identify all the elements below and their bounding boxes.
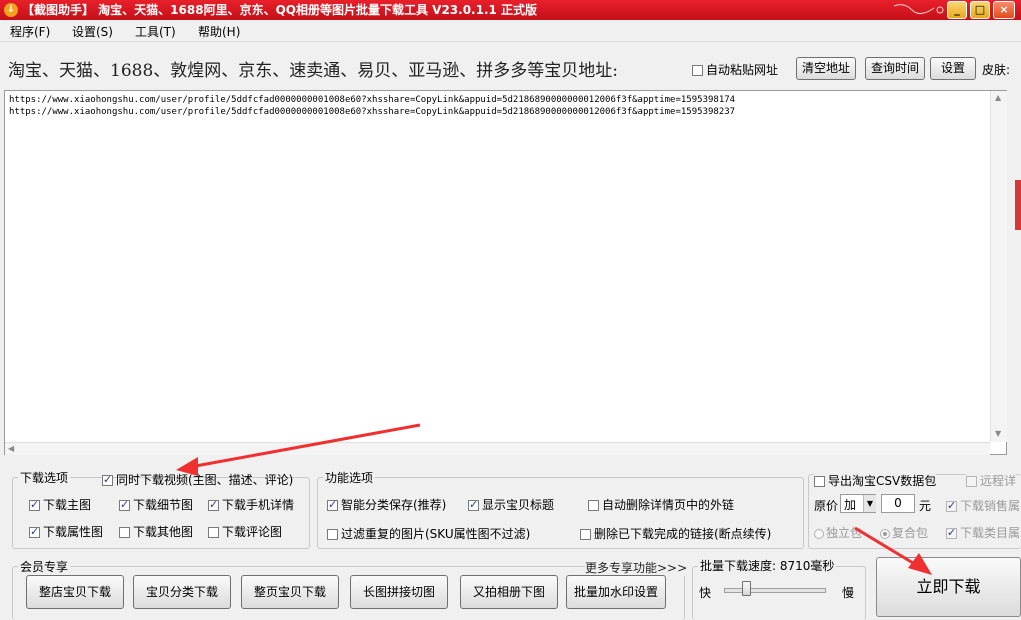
- arrow-line-download: [854, 526, 919, 568]
- arrow-head-video: [176, 457, 198, 476]
- arrow-line-video: [189, 423, 421, 469]
- annotation-arrows: [176, 423, 932, 575]
- edge-mark: [1015, 180, 1021, 230]
- arrow-head-download: [908, 553, 932, 575]
